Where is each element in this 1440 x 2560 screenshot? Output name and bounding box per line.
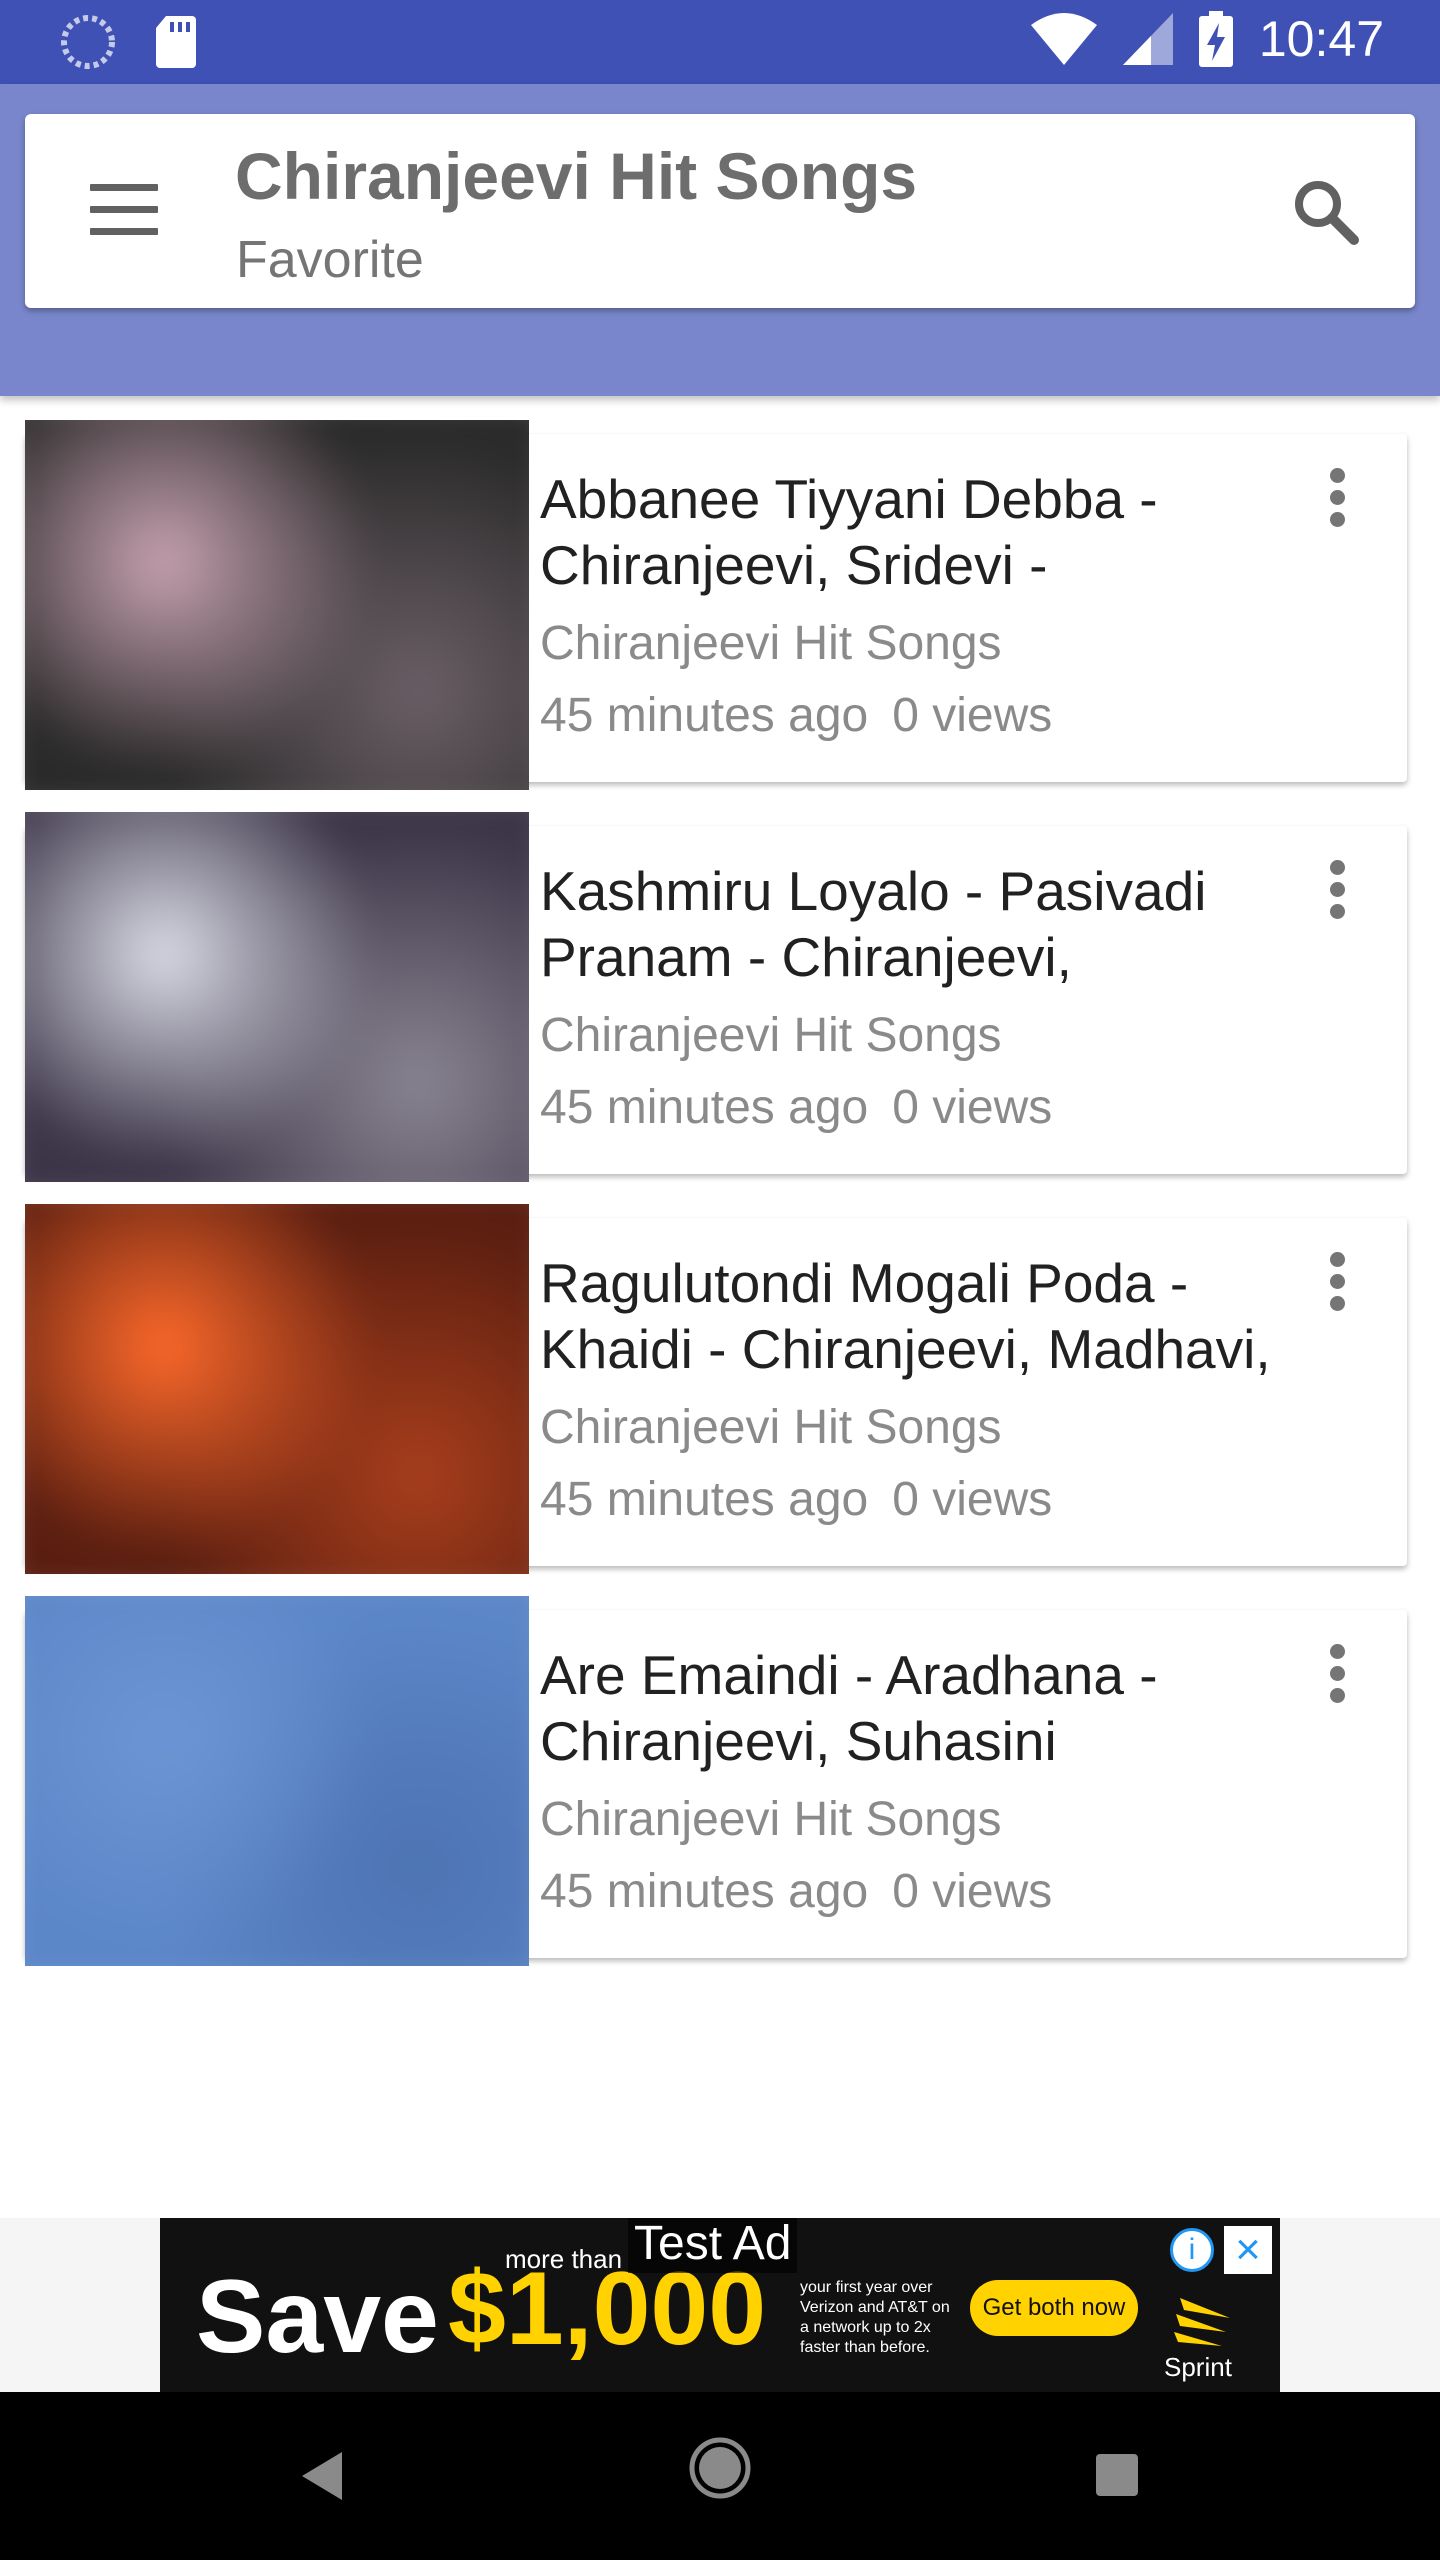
video-views: 0 views	[892, 1081, 1053, 1134]
search-icon[interactable]	[1290, 176, 1362, 248]
video-title[interactable]: Kashmiru Loyalo - Pasivadi Pranam - Chir…	[540, 858, 1300, 990]
video-time-ago: 45 minutes ago	[540, 1865, 869, 1918]
ad-save-text: Save	[196, 2259, 439, 2375]
video-channel: Chiranjeevi Hit Songs	[540, 1009, 1002, 1062]
sprint-logo-icon	[1174, 2298, 1230, 2346]
video-channel: Chiranjeevi Hit Songs	[540, 617, 1002, 670]
home-icon[interactable]	[688, 2436, 752, 2500]
ad-banner[interactable]: Save $1,000 more than your first year ov…	[160, 2218, 1280, 2392]
video-time-ago: 45 minutes ago	[540, 689, 869, 742]
clock: 10:47	[1258, 11, 1384, 67]
video-thumbnail[interactable]	[25, 1204, 529, 1574]
video-thumbnail[interactable]	[25, 420, 529, 790]
video-title[interactable]: Are Emaindi - Aradhana - Chiranjeevi, Su…	[540, 1642, 1300, 1774]
video-meta: 45 minutes ago 0 views	[540, 1864, 1052, 1919]
ad-brand: Sprint	[1164, 2352, 1232, 2382]
video-views: 0 views	[892, 1865, 1053, 1918]
video-channel: Chiranjeevi Hit Songs	[540, 1793, 1002, 1846]
hamburger-menu-icon[interactable]	[90, 184, 158, 238]
video-views: 0 views	[892, 1473, 1053, 1526]
spinner-icon	[61, 15, 115, 69]
video-meta: 45 minutes ago 0 views	[540, 688, 1052, 743]
more-options-icon[interactable]	[1325, 860, 1349, 920]
signal-icon	[1122, 13, 1173, 65]
app-title: Chiranjeevi Hit Songs	[235, 139, 918, 213]
video-list-item[interactable]: Kashmiru Loyalo - Pasivadi Pranam - Chir…	[25, 812, 1407, 1182]
back-icon[interactable]	[296, 2448, 346, 2504]
recents-icon[interactable]	[1096, 2454, 1138, 2496]
video-list-item[interactable]: Abbanee Tiyyani Debba - Chiranjeevi, Sri…	[25, 420, 1407, 790]
video-time-ago: 45 minutes ago	[540, 1081, 869, 1134]
ad-more-than: more than	[505, 2244, 623, 2274]
video-thumbnail[interactable]	[25, 1596, 529, 1966]
info-icon[interactable]: i	[1170, 2228, 1214, 2272]
video-list-item[interactable]: Ragulutondi Mogali Poda - Khaidi - Chira…	[25, 1204, 1407, 1574]
more-options-icon[interactable]	[1325, 468, 1349, 528]
video-channel: Chiranjeevi Hit Songs	[540, 1401, 1002, 1454]
battery-charging-icon	[1198, 11, 1233, 67]
video-thumbnail[interactable]	[25, 812, 529, 1182]
ad-area: Save $1,000 more than your first year ov…	[0, 2218, 1440, 2392]
ad-cta-button[interactable]: Get both now	[970, 2280, 1138, 2336]
video-title[interactable]: Ragulutondi Mogali Poda - Khaidi - Chira…	[540, 1250, 1300, 1382]
ad-fine-print: your first year over Verizon and AT&T on…	[800, 2279, 950, 2356]
more-options-icon[interactable]	[1325, 1644, 1349, 1704]
status-bar: 10:47	[0, 0, 1440, 84]
test-ad-label: Test Ad	[628, 2218, 798, 2273]
sd-card-icon	[156, 16, 196, 68]
close-icon[interactable]: ×	[1224, 2226, 1272, 2274]
video-title[interactable]: Abbanee Tiyyani Debba - Chiranjeevi, Sri…	[540, 466, 1300, 598]
app-subtitle: Favorite	[236, 231, 424, 289]
more-options-icon[interactable]	[1325, 1252, 1349, 1312]
video-meta: 45 minutes ago 0 views	[540, 1080, 1052, 1135]
navigation-bar	[0, 2392, 1440, 2560]
video-time-ago: 45 minutes ago	[540, 1473, 869, 1526]
video-meta: 45 minutes ago 0 views	[540, 1472, 1052, 1527]
wifi-icon	[1030, 13, 1097, 65]
video-list-item[interactable]: Are Emaindi - Aradhana - Chiranjeevi, Su…	[25, 1596, 1407, 1966]
video-views: 0 views	[892, 689, 1053, 742]
